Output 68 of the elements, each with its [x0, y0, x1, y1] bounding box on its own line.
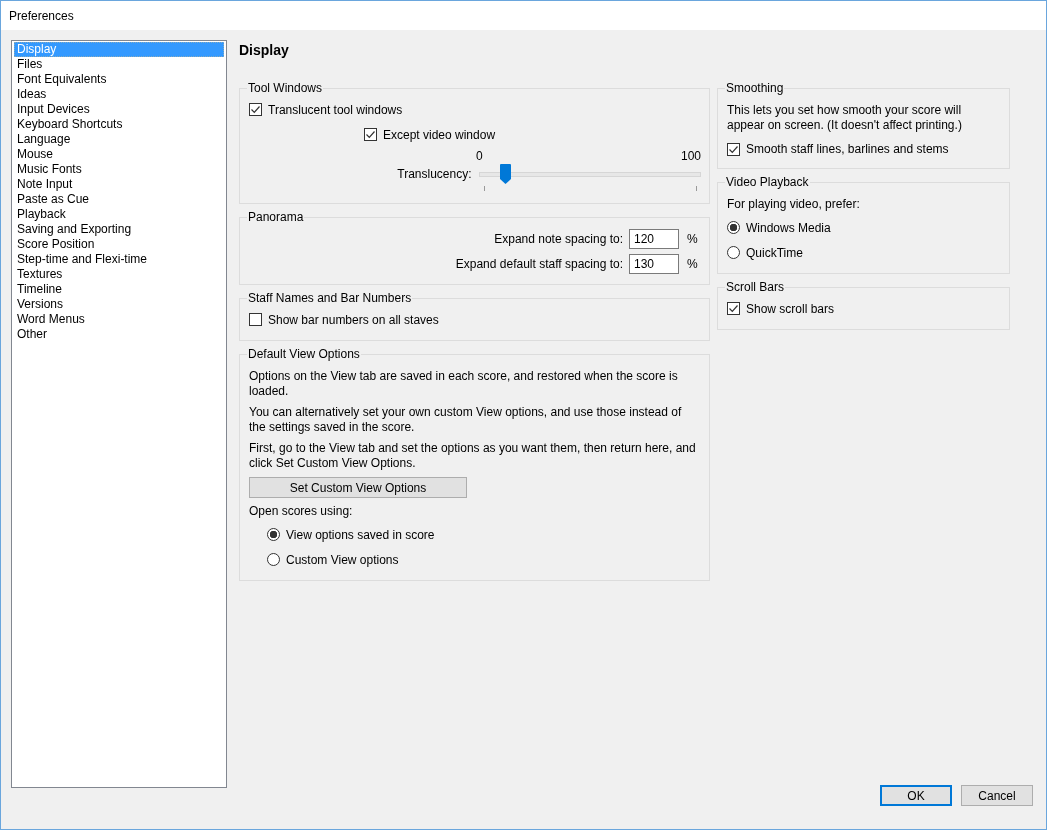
- group-title: Video Playback: [725, 175, 810, 189]
- checkbox-label: Smooth staff lines, barlines and stems: [746, 142, 949, 156]
- description-text: This lets you set how smooth your score will appear on screen. (It doesn't affect printing.): [727, 103, 963, 133]
- group-title: Staff Names and Bar Numbers: [247, 291, 413, 305]
- radio-label: View options saved in score: [286, 527, 435, 542]
- category-item[interactable]: Font Equivalents: [14, 72, 224, 87]
- translucency-slider[interactable]: [478, 164, 701, 184]
- group-title: Scroll Bars: [725, 280, 785, 294]
- field-label: Expand note spacing to:: [494, 231, 623, 246]
- window-title: Preferences: [9, 8, 74, 23]
- slider-label: Translucency:: [396, 167, 472, 181]
- checkbox-label: Except video window: [383, 127, 496, 142]
- group-title: Smoothing: [725, 81, 785, 95]
- category-item[interactable]: Input Devices: [14, 102, 224, 117]
- checkbox[interactable]: [249, 313, 262, 326]
- category-item[interactable]: Versions: [14, 297, 224, 312]
- group-title: Default View Options: [247, 347, 361, 361]
- category-item[interactable]: Score Position: [14, 237, 224, 252]
- category-item[interactable]: Other: [14, 327, 224, 342]
- category-item[interactable]: Mouse: [14, 147, 224, 162]
- radio-button[interactable]: [727, 221, 740, 234]
- category-item[interactable]: Ideas: [14, 87, 224, 102]
- category-item[interactable]: Step-time and Flexi-time: [14, 252, 224, 267]
- checkbox-label: Translucent tool windows: [268, 102, 403, 117]
- radio-button[interactable]: [267, 528, 280, 541]
- category-item[interactable]: Playback: [14, 207, 224, 222]
- radio-label: QuickTime: [746, 245, 803, 260]
- category-item[interactable]: Music Fonts: [14, 162, 224, 177]
- checkbox[interactable]: [727, 142, 740, 156]
- category-item[interactable]: Keyboard Shortcuts: [14, 117, 224, 132]
- input-field[interactable]: 120: [629, 228, 679, 249]
- tick-mark: [484, 186, 485, 191]
- scale-label: 0: [476, 149, 483, 163]
- category-item[interactable]: Saving and Exporting: [14, 222, 224, 237]
- page-title: Display: [239, 42, 290, 60]
- field-label: Expand default staff spacing to:: [455, 256, 623, 271]
- checkbox[interactable]: [249, 103, 262, 116]
- checkbox-label: Show bar numbers on all staves: [268, 312, 439, 327]
- description-text: Options on the View tab are saved in each score, and restored when the score is loaded.: [249, 369, 679, 399]
- radio-button[interactable]: [727, 246, 740, 259]
- checkbox[interactable]: [364, 128, 377, 141]
- unit-label: %: [687, 256, 699, 271]
- options-prompt: Open scores using:: [249, 504, 354, 519]
- category-item[interactable]: Note Input: [14, 177, 224, 192]
- dialog-button[interactable]: Cancel: [961, 785, 1033, 806]
- radio-label: Custom View options: [286, 552, 399, 567]
- description-text: First, go to the View tab and set the options as you want them, then return here, and click Set Custom View Options.: [249, 441, 697, 471]
- group-title: Panorama: [247, 210, 305, 224]
- category-item[interactable]: Paste as Cue: [14, 192, 224, 207]
- scale-label: 100: [680, 149, 701, 163]
- tick-mark: [696, 186, 697, 191]
- radio-button[interactable]: [267, 553, 280, 566]
- dialog-button[interactable]: OK: [880, 785, 952, 806]
- category-item[interactable]: Word Menus: [14, 312, 224, 327]
- set-custom-view-options-button[interactable]: Set Custom View Options: [249, 477, 467, 498]
- checkbox-label: Show scroll bars: [746, 301, 835, 316]
- group-title: Tool Windows: [247, 81, 324, 95]
- category-item[interactable]: Files: [14, 57, 224, 72]
- options-prompt: For playing video, prefer:: [727, 197, 861, 212]
- slider-thumb[interactable]: [500, 164, 512, 184]
- category-item[interactable]: Language: [14, 132, 224, 147]
- input-field[interactable]: 130: [629, 253, 679, 274]
- checkbox[interactable]: [727, 302, 740, 315]
- description-text: You can alternatively set your own custom View options, and use those instead of the settings saved in the score.: [249, 405, 683, 435]
- category-item[interactable]: Timeline: [14, 282, 224, 297]
- radio-label: Windows Media: [746, 220, 831, 235]
- category-item[interactable]: Textures: [14, 267, 224, 282]
- unit-label: %: [687, 231, 699, 246]
